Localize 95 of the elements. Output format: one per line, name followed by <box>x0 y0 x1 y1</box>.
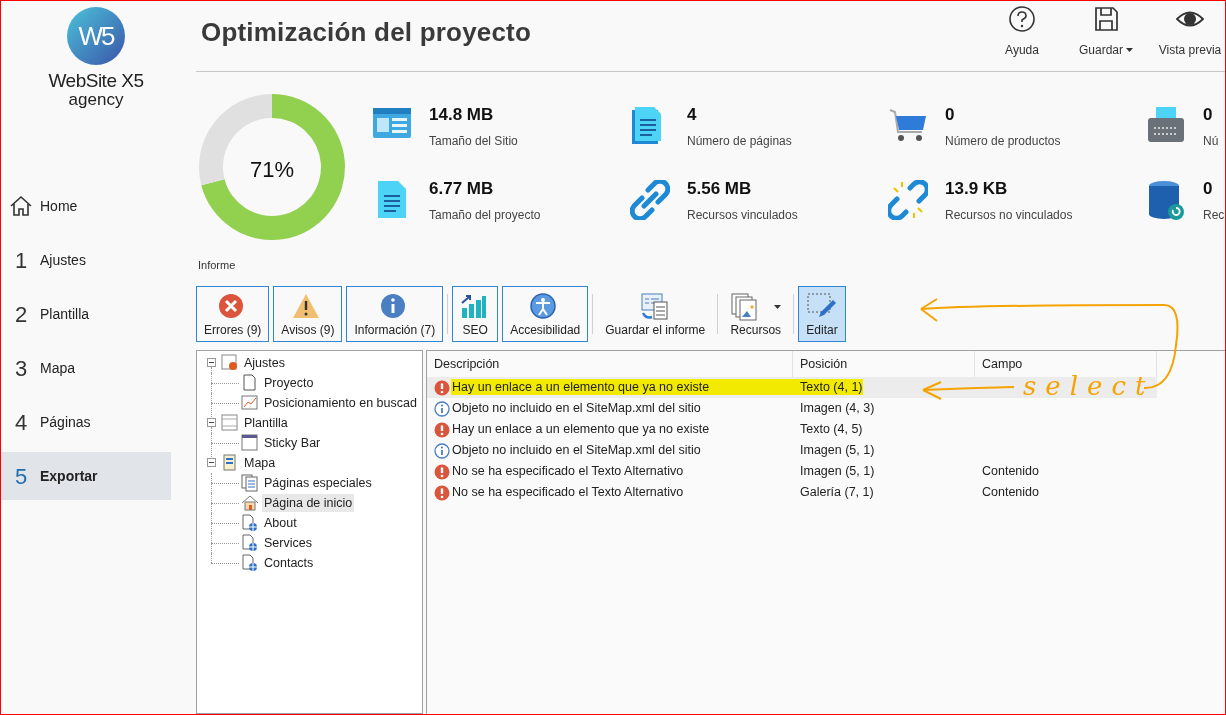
toolbar-button[interactable]: Errores (9) <box>196 286 270 342</box>
stat-label: Recursos no vinculados <box>945 207 1073 224</box>
tree-item[interactable]: Mapa <box>242 453 278 473</box>
web-page-icon <box>241 554 259 572</box>
section-label: Informe <box>198 258 236 272</box>
table-cell-text: Galería (7, 1) <box>800 484 874 502</box>
error-icon <box>434 379 450 396</box>
table-cell-text: Contenido <box>982 484 1039 502</box>
stat-value: 13.9 KB <box>945 178 1009 200</box>
page-icon <box>241 374 259 392</box>
stat-label: Rec <box>1203 207 1225 224</box>
step-number: 1 <box>14 246 28 275</box>
header-button[interactable]: Vista previa <box>1157 5 1223 59</box>
error-icon <box>434 463 450 480</box>
help-icon <box>1008 5 1036 33</box>
stat-value: 14.8 MB <box>429 104 495 126</box>
table-cell-text: Texto (4, 1) <box>800 379 863 397</box>
collapse-icon[interactable] <box>207 358 216 367</box>
sidebar-item[interactable]: 4 Páginas <box>1 398 171 446</box>
toolbar-button[interactable]: Accesibilidad <box>502 286 589 342</box>
logo-subtitle: agency <box>68 91 124 109</box>
broken-link-icon <box>888 180 928 220</box>
table-cell-text: Objeto no incluido en el SiteMap.xml del sitio <box>452 442 701 460</box>
sidebar-item[interactable]: 5 Exportar <box>1 452 171 500</box>
stat-value: 0 <box>1203 178 1214 200</box>
table-cell-text: No se ha especificado el Texto Alternativo <box>452 484 684 502</box>
toolbar-button[interactable]: SEO <box>452 286 499 342</box>
table-cell-text: Imagen (5, 1) <box>800 463 875 481</box>
tree-item[interactable]: Sticky Bar <box>262 433 323 453</box>
collapse-icon[interactable] <box>207 458 216 467</box>
step-number: 4 <box>14 408 28 437</box>
error-icon <box>434 484 450 501</box>
tree-item[interactable]: About <box>262 513 299 533</box>
stat-value: 5.56 MB <box>687 178 753 200</box>
table-cell-text: Objeto no incluido en el SiteMap.xml del sitio <box>452 400 701 418</box>
settings-icon <box>221 354 239 372</box>
tree-item[interactable]: Services <box>262 533 314 553</box>
layout-icon <box>241 434 259 452</box>
table-cell-text: Hay un enlace a un elemento que ya no existe <box>452 421 710 439</box>
stat-value: 4 <box>687 104 698 126</box>
toolbar-button[interactable]: Editar <box>798 286 846 342</box>
stat-label: Número de páginas <box>687 133 792 150</box>
home-icon <box>9 194 33 218</box>
toolbar-button[interactable]: Guardar el informe <box>597 286 714 342</box>
table-cell-text: Contenido <box>982 463 1039 481</box>
score-value: 71% <box>248 156 295 181</box>
toolbar-button[interactable]: Recursos <box>722 286 790 342</box>
stat-value: 0 <box>1203 104 1214 126</box>
stat-value: 0 <box>945 104 956 126</box>
sidebar-item[interactable]: 3 Mapa <box>1 344 171 392</box>
report-icon <box>640 293 671 321</box>
sidebar-item[interactable]: 1 Ajustes <box>1 236 171 284</box>
stat-label: Nú <box>1203 133 1219 150</box>
header-button[interactable]: Guardar <box>1073 5 1139 59</box>
page-title: Optimización del proyecto <box>201 16 532 49</box>
sidebar-item[interactable]: 2 Plantilla <box>1 290 171 338</box>
table-cell-text: Texto (4, 5) <box>800 421 863 439</box>
toolbar-button[interactable]: Avisos (9) <box>273 286 343 342</box>
step-number: 3 <box>14 354 28 383</box>
tree-item[interactable]: Contacts <box>262 553 316 573</box>
error-icon <box>434 421 450 438</box>
logo-name: WebSite X5 <box>48 71 144 91</box>
layout-icon <box>221 414 239 432</box>
tree-item[interactable]: Posicionamiento en buscad <box>262 393 419 413</box>
pages-icon <box>241 474 259 492</box>
table-cell-text: Imagen (5, 1) <box>800 442 875 460</box>
tree-item[interactable]: Página de inicio <box>262 493 355 513</box>
tree-item[interactable]: Páginas especiales <box>262 473 374 493</box>
database-icon <box>1146 180 1186 220</box>
info-icon <box>434 400 450 417</box>
header-button[interactable]: Ayuda <box>989 5 1055 59</box>
stat-label: Tamaño del proyecto <box>429 207 541 224</box>
stat-label: Recursos vinculados <box>687 207 798 224</box>
tree-item[interactable]: Ajustes <box>242 353 287 373</box>
sidebar-item[interactable]: Home <box>1 182 171 230</box>
info-icon <box>434 442 450 459</box>
line-chart-icon <box>241 394 259 412</box>
stat-label: Tamaño del Sitio <box>429 133 518 150</box>
chain-link-icon <box>630 180 670 220</box>
collapse-icon[interactable] <box>207 418 216 427</box>
web-page-icon <box>241 534 259 552</box>
stat-label: Número de productos <box>945 133 1061 150</box>
step-number: 5 <box>14 462 28 491</box>
tree-item[interactable]: Plantilla <box>242 413 290 433</box>
toolbar-button[interactable]: Información (7) <box>346 286 444 342</box>
table-cell-text: Imagen (4, 3) <box>800 400 875 418</box>
table-cell-text: Hay un enlace a un elemento que ya no existe <box>452 379 710 397</box>
stat-value: 6.77 MB <box>429 178 495 200</box>
table-cell-text: No se ha especificado el Texto Alternativo <box>452 463 684 481</box>
house-icon <box>241 494 259 512</box>
tree-item[interactable]: Proyecto <box>262 373 316 393</box>
logo-icon: W5 <box>67 7 125 65</box>
sitemap-icon <box>221 454 239 472</box>
step-number: 2 <box>14 300 28 329</box>
web-page-icon <box>241 514 259 532</box>
